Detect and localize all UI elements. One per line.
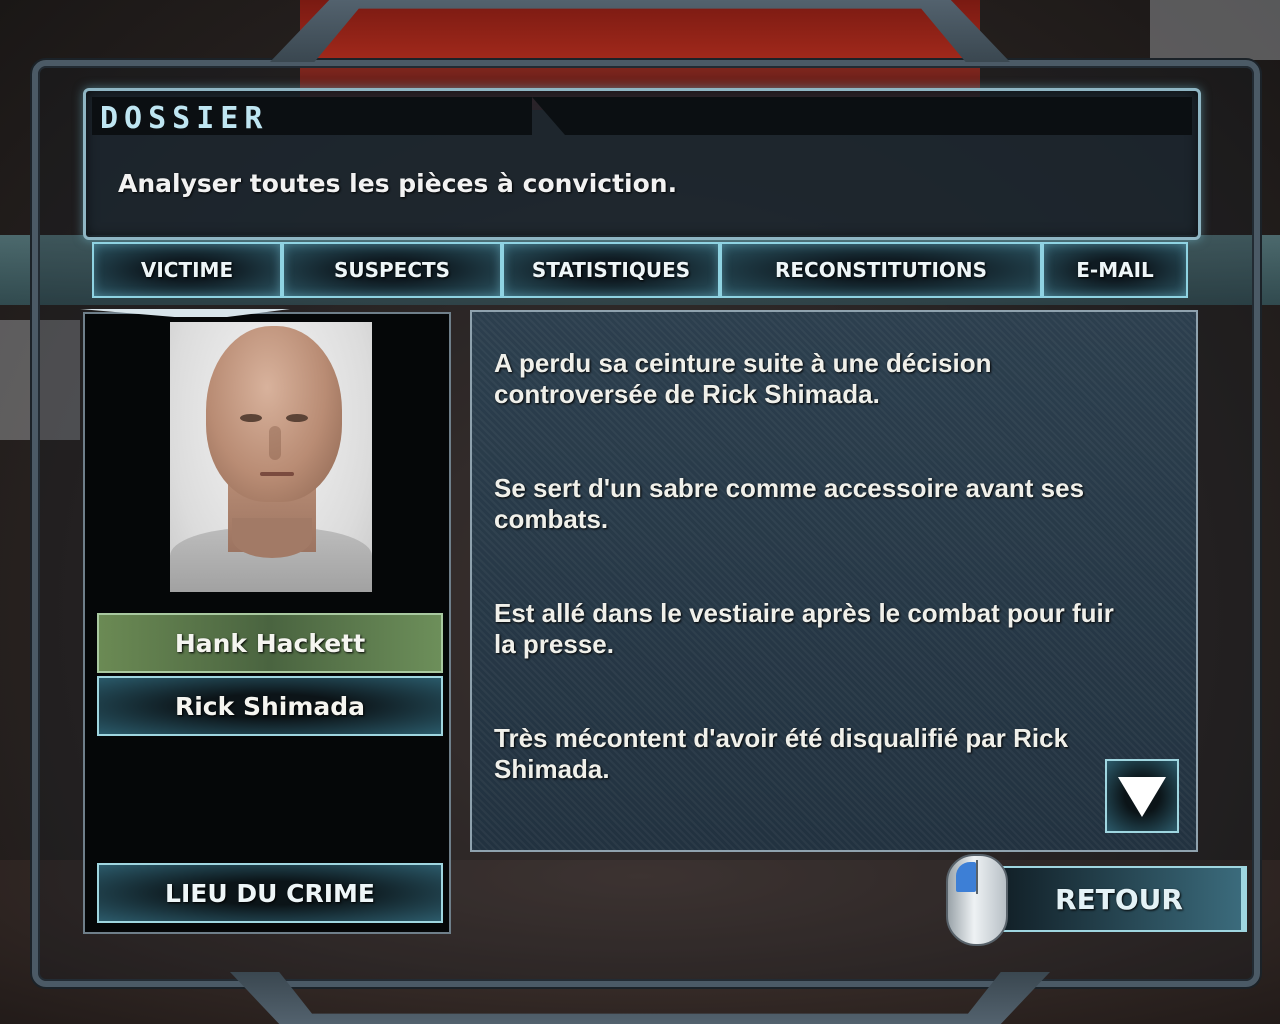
mouse-divider	[976, 860, 978, 894]
suspect-info-panel: A perdu sa ceinture suite à une décision…	[470, 310, 1198, 852]
tab-suspects[interactable]: SUSPECTS	[282, 242, 502, 298]
info-item: Très mécontent d'avoir été disqualifié p…	[494, 723, 1069, 784]
info-item: A perdu sa ceinture suite à une décision…	[494, 348, 992, 409]
suspect-button-hank-hackett[interactable]: Hank Hackett	[97, 613, 443, 673]
crime-scene-button[interactable]: LIEU DU CRIME	[97, 863, 443, 923]
suspect-portrait	[170, 322, 372, 592]
portrait-nose	[269, 426, 281, 460]
tab-statistiques[interactable]: STATISTIQUES	[502, 242, 720, 298]
dossier-header: DOSSIER Analyser toutes les pièces à con…	[83, 88, 1201, 240]
back-button[interactable]: RETOUR	[985, 866, 1247, 932]
portrait-left-eye	[240, 414, 262, 422]
tab-victime[interactable]: VICTIME	[92, 242, 282, 298]
portrait-mouth	[260, 472, 294, 476]
mouse-left-button-highlight	[956, 862, 976, 892]
info-list: A perdu sa ceinture suite à une décision…	[494, 348, 1114, 848]
tab-email[interactable]: E-MAIL	[1042, 242, 1188, 298]
arrow-down-icon	[1118, 777, 1166, 817]
scroll-down-button[interactable]	[1105, 759, 1179, 833]
tab-reconstitutions[interactable]: RECONSTITUTIONS	[720, 242, 1042, 298]
info-item: Se sert d'un sabre comme accessoire avan…	[494, 473, 1085, 534]
portrait-collar	[232, 518, 312, 558]
dossier-title: DOSSIER	[100, 101, 269, 136]
dossier-instruction: Analyser toutes les pièces à conviction.	[118, 169, 678, 198]
background-calendar	[1150, 0, 1280, 60]
portrait-head	[206, 326, 342, 502]
info-item: Est allé dans le vestiaire après le comb…	[494, 598, 1114, 659]
mouse-left-click-icon	[946, 854, 1008, 946]
suspect-button-rick-shimada[interactable]: Rick Shimada	[97, 676, 443, 736]
portrait-right-eye	[286, 414, 308, 422]
tab-bar: VICTIME SUSPECTS STATISTIQUES RECONSTITU…	[92, 242, 1188, 302]
